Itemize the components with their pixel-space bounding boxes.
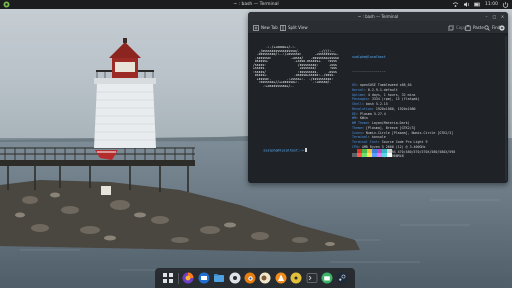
settings-icon [229, 272, 241, 284]
info-key: Shell [352, 102, 362, 106]
info-rows: OS: openSUSE Tumbleweed x86_64 Kernel: 6.… [352, 83, 455, 159]
terminal-toolbar: New Tab Split View Copy Paste Find [248, 21, 508, 34]
paste-icon [465, 24, 471, 31]
clock[interactable]: 11:00 [485, 2, 498, 7]
info-key: WM Theme [352, 121, 368, 125]
info-value: Plasma 5.27.4 [359, 111, 386, 116]
terminal-title: ~ : bash — Terminal [357, 14, 399, 19]
store-launcher[interactable] [320, 272, 333, 285]
gimp-icon [259, 272, 271, 284]
text-cursor [305, 148, 308, 152]
info-value: Layan(Materia-Dark) [371, 121, 410, 125]
info-key: Uptime [352, 92, 364, 97]
top-panel-left [3, 1, 10, 8]
volume-icon[interactable] [463, 1, 470, 8]
info-value: 1920x1080, 1920x1080 [375, 106, 416, 111]
info-value: KWin [359, 116, 368, 121]
battery-icon[interactable] [474, 1, 481, 8]
panel-window-title: ~ : bash — Terminal [233, 1, 279, 7]
split-view-button[interactable]: Split View [280, 24, 308, 31]
shell-prompt[interactable]: sxalpha@localhost:~> [251, 144, 308, 157]
terminal-output[interactable]: .:-/++oooo++/-:. ./osssssssssssssssso/. … [248, 34, 508, 183]
info-key: Terminal [352, 135, 368, 140]
steam-icon [336, 272, 348, 284]
prompt-user: sxalpha@localhost:~> [263, 148, 305, 153]
app-grid-icon [162, 273, 173, 283]
network-icon[interactable] [452, 1, 459, 8]
close-icon[interactable]: × [500, 14, 505, 19]
thunderbird-launcher[interactable] [197, 272, 210, 285]
new-tab-button[interactable]: New Tab [253, 24, 278, 31]
info-user-host: sxalpha@localhost [352, 54, 386, 59]
menu-button[interactable] [499, 24, 505, 31]
files-launcher[interactable] [213, 272, 226, 285]
info-value: 4 days, 1 hours, 32 mins [367, 92, 416, 97]
dock [155, 268, 355, 288]
window-controls: – □ × [484, 14, 505, 19]
terminal-scrollbar[interactable] [505, 36, 507, 181]
music-icon [290, 272, 302, 284]
color-swatch [387, 153, 392, 157]
system-tray: 11:00 [452, 1, 509, 8]
info-value: konsole [371, 135, 386, 140]
info-value: bash 5.2.15 [365, 102, 388, 106]
info-key: Terminal Font [352, 140, 378, 144]
app-grid-launcher[interactable] [161, 272, 174, 285]
minimize-icon[interactable]: – [484, 14, 489, 19]
info-key: Kernel [352, 87, 364, 92]
blender-icon [244, 272, 256, 284]
info-key: Icons [352, 130, 362, 135]
store-icon [321, 272, 333, 284]
info-separator: ----------------- [352, 68, 386, 73]
vlc-icon [275, 272, 287, 284]
dock-separator [177, 272, 179, 284]
thunderbird-icon [198, 272, 210, 284]
copy-icon [448, 24, 454, 31]
info-value: Numix-Circle [Plasma], Numix-Circle [GTK… [365, 130, 454, 135]
top-panel: ~ : bash — Terminal 11:00 [0, 0, 512, 9]
power-icon[interactable] [502, 1, 509, 8]
hamburger-menu-icon [499, 24, 505, 31]
terminal-icon [306, 273, 317, 283]
blender-launcher[interactable] [244, 272, 257, 285]
info-key: Packages [352, 97, 368, 102]
new-tab-label: New Tab [261, 25, 278, 30]
paste-label: Paste [473, 25, 484, 30]
color-swatches [352, 149, 392, 157]
distro-ascii-logo: .:-/++oooo++/-:. ./osssssssssssssssso/. … [253, 45, 339, 88]
split-view-icon [280, 24, 286, 31]
firefox-icon [182, 272, 194, 284]
firefox-launcher[interactable] [182, 272, 195, 285]
files-icon [214, 274, 225, 282]
maximize-icon[interactable]: □ [492, 14, 497, 19]
find-button[interactable]: Find [484, 24, 500, 31]
search-icon [484, 24, 490, 31]
paste-button[interactable]: Paste [465, 24, 484, 31]
app-launcher-icon [3, 1, 10, 8]
split-view-label: Split View [288, 25, 308, 30]
info-key: Resolution [352, 106, 372, 111]
info-value: 3334 (rpm), 15 (flatpak) [371, 97, 420, 102]
info-value: Source Code Pro Light 9 [381, 140, 428, 144]
info-value: [Plasma], Breeze [GTK2/3] [365, 125, 416, 130]
new-tab-icon [253, 24, 259, 31]
terminal-titlebar[interactable]: ~ : bash — Terminal – □ × [248, 12, 508, 21]
terminal-window[interactable]: ~ : bash — Terminal – □ × New Tab Split … [248, 12, 508, 183]
info-value: openSUSE Tumbleweed x86_64 [359, 83, 412, 87]
music-launcher[interactable] [290, 272, 303, 285]
info-key: Theme [352, 125, 362, 130]
gimp-launcher[interactable] [259, 272, 272, 285]
copy-button[interactable]: Copy [448, 24, 466, 31]
terminal-launcher[interactable] [305, 272, 318, 285]
info-value: 6.2.9-1-default [367, 87, 398, 92]
steam-launcher[interactable] [336, 272, 349, 285]
activities-button[interactable] [3, 1, 10, 8]
vlc-launcher[interactable] [274, 272, 287, 285]
settings-launcher[interactable] [228, 272, 241, 285]
